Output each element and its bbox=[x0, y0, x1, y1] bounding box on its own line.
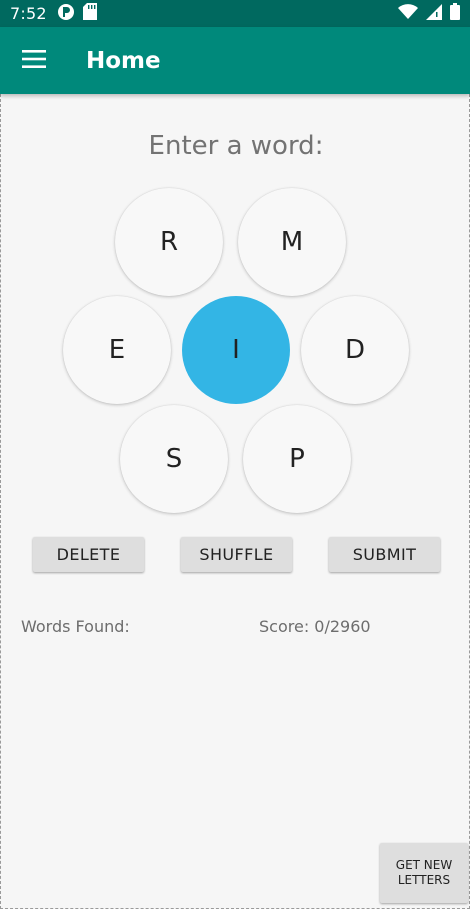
app-bar: Home bbox=[0, 27, 470, 94]
status-icons-right bbox=[398, 3, 460, 24]
word-prompt: Enter a word: bbox=[148, 131, 324, 161]
status-time: 7:52 bbox=[10, 4, 47, 23]
app-notification-icon bbox=[57, 3, 75, 25]
hamburger-menu-button[interactable] bbox=[0, 27, 68, 94]
cellular-signal-icon bbox=[426, 3, 442, 24]
letter-button-bottom-right[interactable]: P bbox=[243, 405, 351, 513]
sd-card-icon bbox=[82, 3, 97, 24]
delete-button[interactable]: DELETE bbox=[33, 537, 144, 572]
hamburger-menu-icon bbox=[22, 49, 46, 72]
letter-button-top-right[interactable]: M bbox=[238, 188, 346, 296]
letter-button-middle-left[interactable]: E bbox=[63, 296, 171, 404]
battery-icon bbox=[450, 3, 460, 24]
shuffle-button[interactable]: SHUFFLE bbox=[181, 537, 292, 572]
main-content: Enter a word: R M E I D S P DELETE SHUFF… bbox=[0, 94, 470, 909]
status-bar: 7:52 bbox=[0, 0, 470, 27]
page-title: Home bbox=[86, 47, 161, 74]
wifi-icon bbox=[398, 3, 418, 24]
letter-button-top-left[interactable]: R bbox=[115, 188, 223, 296]
status-icons-left bbox=[57, 3, 97, 25]
score-text: Score: 0/2960 bbox=[259, 617, 371, 636]
letter-button-middle-right[interactable]: D bbox=[301, 296, 409, 404]
letter-button-bottom-left[interactable]: S bbox=[120, 405, 228, 513]
submit-button[interactable]: SUBMIT bbox=[329, 537, 440, 572]
words-found-label: Words Found: bbox=[21, 617, 130, 636]
letter-button-center[interactable]: I bbox=[182, 296, 290, 404]
get-new-letters-button[interactable]: GET NEW LETTERS bbox=[380, 843, 468, 903]
